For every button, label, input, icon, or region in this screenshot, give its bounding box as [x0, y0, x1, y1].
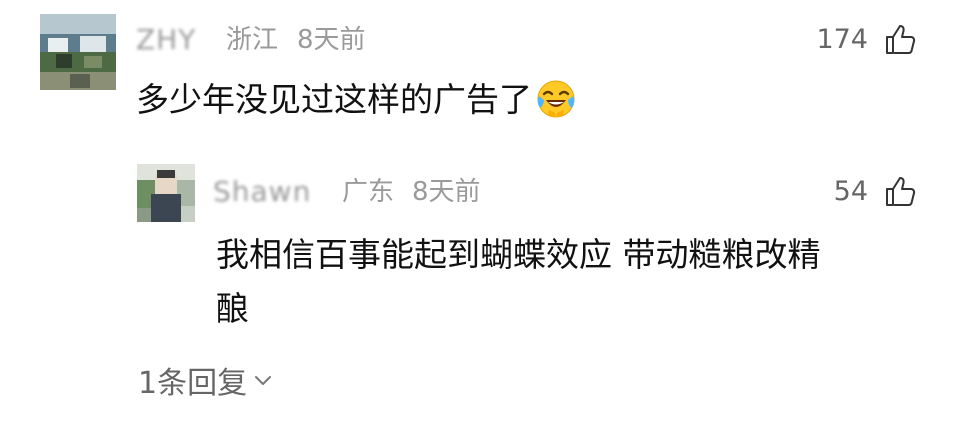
- comment-body: 多少年没见过这样的广告了: [136, 80, 532, 119]
- reply-author-name[interactable]: Shawn: [213, 172, 311, 212]
- avatar[interactable]: [40, 14, 116, 90]
- view-replies-button[interactable]: 1条回复: [138, 364, 273, 404]
- comment-like-count: 174: [816, 24, 868, 55]
- reply-time: 8天前: [412, 177, 481, 207]
- comment-thread: ZHY 浙江 8天前 174 多少年没见过这样的广告了 Shawn 广东 8天前: [0, 0, 960, 427]
- comment-text: 多少年没见过这样的广告了: [136, 73, 576, 127]
- reply-text-line-2: 酿: [216, 289, 249, 328]
- reply-text-line-1: 我相信百事能起到蝴蝶效应 带动糙粮改精: [216, 235, 821, 274]
- comment-location: 浙江: [226, 25, 279, 55]
- chevron-down-icon: [255, 376, 272, 385]
- comment-author-name[interactable]: ZHY: [136, 20, 196, 60]
- comment-time: 8天前: [297, 25, 366, 55]
- view-replies-label: 1条回复: [138, 366, 248, 401]
- reply-like-count: 54: [833, 176, 868, 207]
- thumbs-up-icon[interactable]: [884, 174, 918, 208]
- reply-location: 广东: [342, 177, 395, 207]
- crying-laughing-emoji-icon: [537, 80, 575, 118]
- avatar[interactable]: [137, 164, 195, 222]
- thumbs-up-icon[interactable]: [884, 22, 918, 56]
